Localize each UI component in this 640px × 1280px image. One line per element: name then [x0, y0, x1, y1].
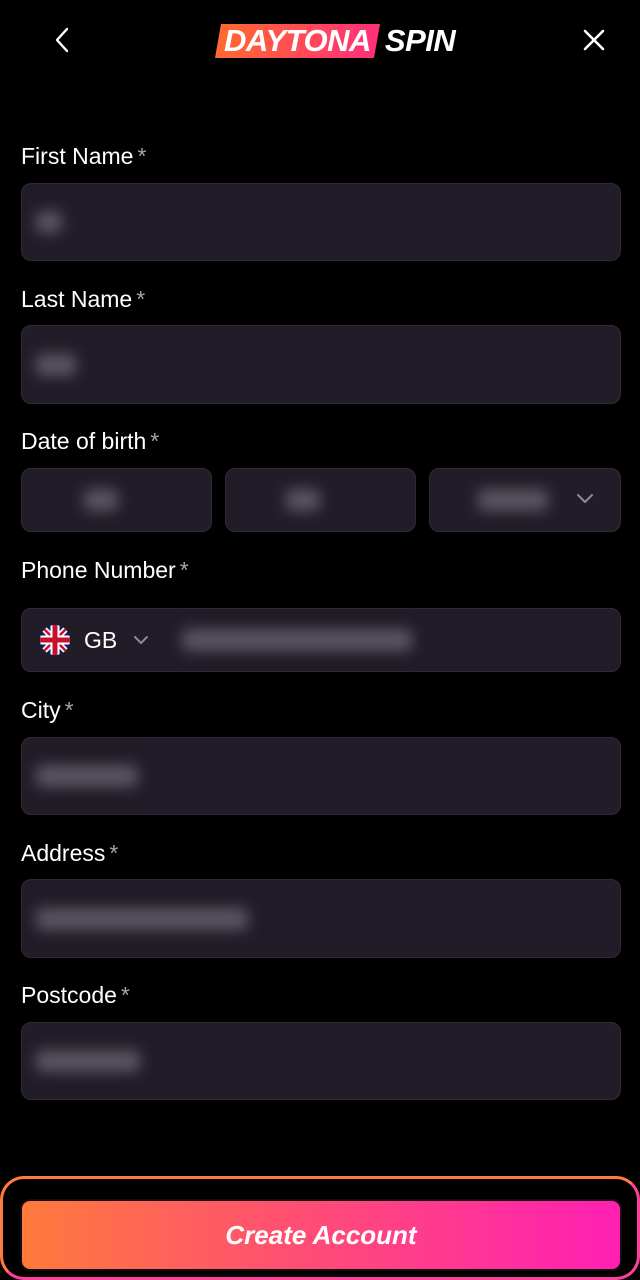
city-input[interactable] — [21, 737, 621, 815]
postcode-label: Postcode * — [21, 982, 130, 1008]
redacted-value — [286, 489, 320, 511]
dob-month-select[interactable] — [225, 468, 416, 532]
phone-number-label: Phone Number * — [21, 557, 189, 583]
redacted-value — [36, 765, 138, 787]
chevron-down-icon — [134, 636, 149, 644]
postcode-input[interactable] — [21, 1022, 621, 1100]
last-name-label: Last Name * — [21, 286, 146, 312]
chevron-down-icon — [577, 494, 593, 503]
logo-spin: SPIN — [384, 23, 456, 58]
first-name-label: First Name * — [21, 143, 147, 169]
dob-day-select[interactable] — [21, 468, 212, 532]
close-icon — [583, 29, 605, 51]
redacted-value — [36, 907, 248, 930]
chevron-left-icon — [55, 27, 69, 53]
city-label: City * — [21, 697, 74, 723]
brand-logo: DAYTONA SPIN — [215, 22, 456, 60]
country-code-label: GB — [84, 626, 118, 653]
redacted-value — [84, 489, 118, 511]
create-account-button[interactable]: Create Account — [20, 1199, 622, 1271]
back-button[interactable] — [44, 22, 80, 58]
dob-year-select[interactable] — [429, 468, 621, 532]
redacted-value — [36, 353, 76, 376]
redacted-phone — [182, 629, 412, 651]
logo-daytona: DAYTONA — [224, 23, 371, 58]
uk-flag-icon — [40, 625, 70, 655]
date-of-birth-label: Date of birth * — [21, 428, 160, 454]
country-code-select[interactable]: GB — [40, 609, 149, 671]
phone-number-field: GB — [21, 608, 621, 672]
redacted-value — [478, 489, 548, 511]
first-name-input[interactable] — [21, 183, 621, 261]
address-label: Address * — [21, 840, 119, 866]
address-input[interactable] — [21, 879, 621, 958]
last-name-input[interactable] — [21, 325, 621, 404]
header: DAYTONA SPIN — [0, 0, 640, 82]
redacted-value — [36, 1050, 140, 1072]
redacted-value — [36, 211, 62, 233]
close-button[interactable] — [576, 22, 612, 58]
